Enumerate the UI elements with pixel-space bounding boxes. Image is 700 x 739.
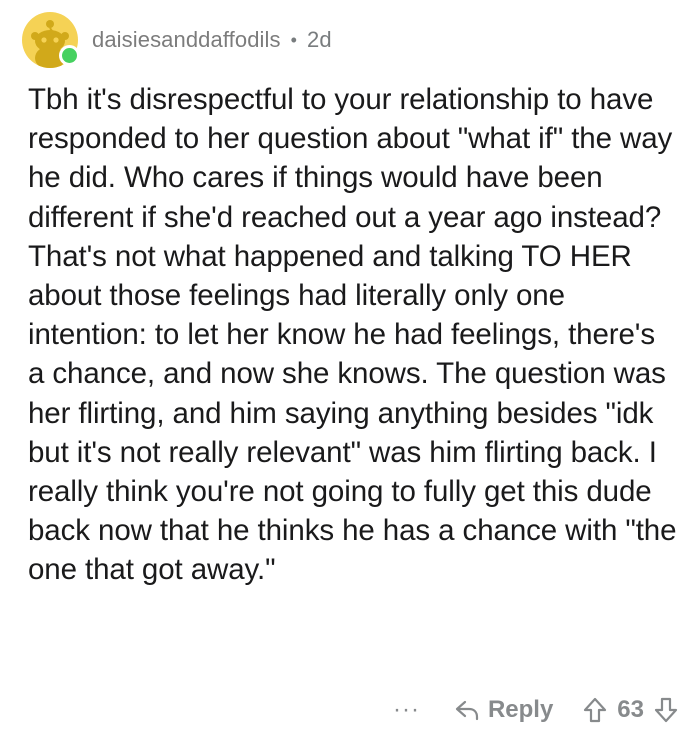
comment-header: daisiesanddaffodils • 2d xyxy=(22,12,332,68)
comment-age: 2d xyxy=(307,27,332,52)
reply-button[interactable]: Reply xyxy=(454,696,553,724)
comment-body: Tbh it's disrespectful to your relations… xyxy=(28,83,677,587)
reply-arrow-icon xyxy=(455,700,479,721)
meta-separator: • xyxy=(290,29,298,50)
username-link[interactable]: daisiesanddaffodils xyxy=(92,27,281,53)
downvote-arrow-icon[interactable] xyxy=(654,697,678,723)
upvote-arrow-icon[interactable] xyxy=(583,697,607,723)
comment: daisiesanddaffodils • 2d Tbh it's disres… xyxy=(0,0,700,739)
more-options-button[interactable]: ··· xyxy=(393,696,420,724)
comment-actions: ··· Reply 63 xyxy=(393,690,678,730)
vote-score: 63 xyxy=(617,696,644,723)
online-status-dot xyxy=(59,45,80,66)
reply-label: Reply xyxy=(487,696,554,723)
vote-controls: 63 xyxy=(583,696,678,724)
avatar[interactable] xyxy=(22,12,80,68)
comment-meta: daisiesanddaffodils • 2d xyxy=(92,27,332,53)
